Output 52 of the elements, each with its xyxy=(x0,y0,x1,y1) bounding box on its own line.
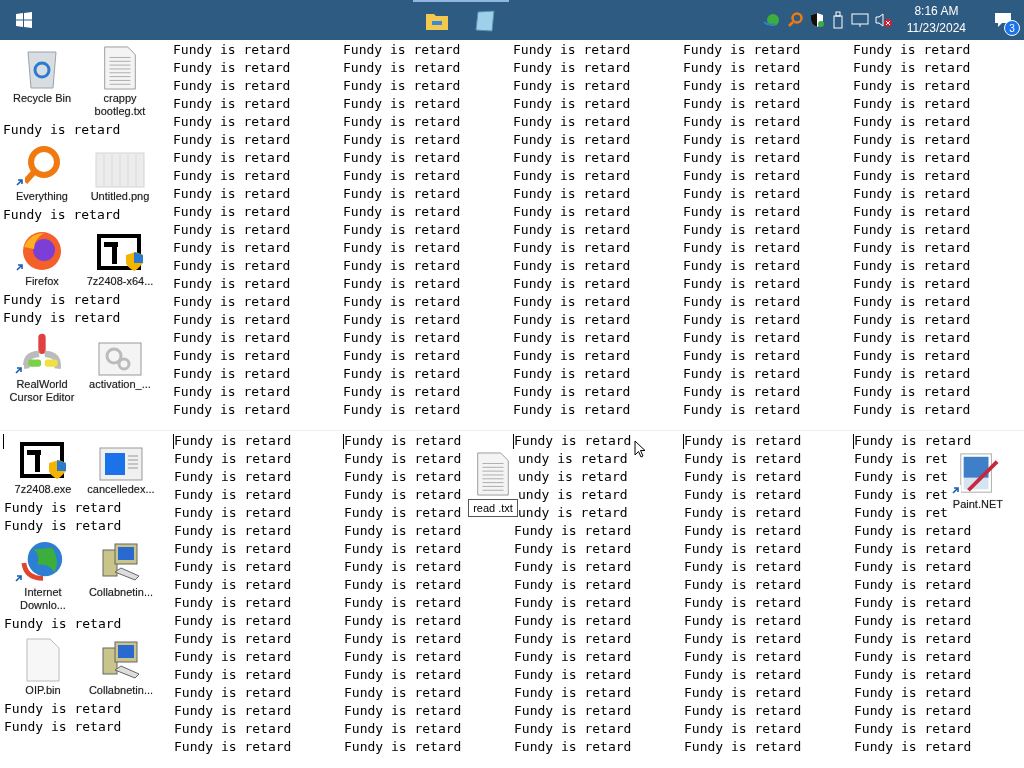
globe-tray-icon[interactable] xyxy=(762,12,781,28)
clock-date: 11/23/2024 xyxy=(906,20,966,37)
icon-label: Collabnetin... xyxy=(88,684,154,697)
muted-speaker-icon[interactable] xyxy=(874,12,893,28)
rename-field[interactable]: read .txt xyxy=(468,499,518,517)
wallpaper-text: Fundy is retard Fundy is retard Fundy is retard Fundy is retard Fundy is retard Fundy is retard Fundy is retard Fundy is retard Fundy is retard Fundy is retard Fundy is retard Fundy is retard Fundy is retard Fundy is retard Fundy is retard Fundy is retard Fundy is retard Fundy is retard Fundy is retard Fundy is retard Fundy is retard xyxy=(343,41,461,419)
clock[interactable]: 8:16 AM 11/23/2024 xyxy=(902,3,970,37)
mouse-pointer-icon xyxy=(634,440,646,458)
wallpaper-text: Fundy is retard Fundy is retard Fundy is retard Fundy is retard Fundy is retard Fundy is retard Fundy is retard Fundy is retard Fundy is retard Fundy is retard Fundy is retard Fundy is retard Fundy is retard Fundy is retard Fundy is retard Fundy is retard Fundy is retard Fundy is retard xyxy=(684,432,802,756)
icon-label: Recycle Bin xyxy=(12,92,72,105)
wallpaper-text: Fundy is ret Fundy is ret Fundy is ret Fundy is ret xyxy=(854,450,948,522)
wallpaper-text: undy is retard undy is retard undy is retard undy is retard xyxy=(518,450,628,522)
browser-icon xyxy=(20,229,64,273)
wallpaper-text: Fundy is retard Fundy is retard xyxy=(3,291,122,327)
wallpaper-text: Fundy is retard Fundy is retard Fundy is retard Fundy is retard Fundy is retard Fundy is retard Fundy is retard Fundy is retard Fundy is retard Fundy is retard Fundy is retard Fundy is retard Fundy is retard Fundy is retard Fundy is retard Fundy is retard Fundy is retard Fundy is retard xyxy=(174,432,292,756)
network-icon[interactable] xyxy=(850,12,869,28)
wallpaper-text: Fundy is retard Fundy is retard Fundy is retard Fundy is retard Fundy is retard Fundy is retard Fundy is retard Fundy is retard Fundy is retard Fundy is retard Fundy is retard Fundy is retard Fundy is retard Fundy is retard Fundy is retard Fundy is retard Fundy is retard Fundy is retard Fundy is retard Fundy is retard Fundy is retard xyxy=(173,41,291,419)
icon-label: Collabnetin... xyxy=(88,586,154,599)
magnifier-tray-icon[interactable] xyxy=(786,12,803,28)
wallpaper-text: Fundy is retard xyxy=(3,121,122,139)
usb-drive-icon[interactable] xyxy=(830,11,845,29)
icon-label: 7z2408.exe xyxy=(14,483,72,496)
icon-label: Paint.NET xyxy=(952,498,1003,511)
icon-label: Internet Downlo... xyxy=(19,586,67,612)
icon-label: 7z2408-x64... xyxy=(86,275,154,288)
wallpaper-text: Fundy is retard Fundy is retard Fundy is retard Fundy is retard Fundy is retard Fundy is retard Fundy is retard Fundy is retard Fundy is retard Fundy is retard Fundy is retard Fundy is retard Fundy is retard xyxy=(514,522,632,756)
notifications-button[interactable]: 3 xyxy=(988,0,1018,40)
icon-label: Firefox xyxy=(25,275,59,288)
wallpaper-text: Fundy is retard xyxy=(514,432,632,450)
wallpaper-text: Fundy is retard xyxy=(854,432,973,450)
notification-count-badge: 3 xyxy=(1004,20,1020,36)
icon-label: activation_... xyxy=(89,378,151,391)
notepad-icon xyxy=(474,10,496,32)
wallpaper-text: Fundy is retard Fundy is retard Fundy is retard Fundy is retard Fundy is retard Fundy is retard Fundy is retard Fundy is retard Fundy is retard Fundy is retard Fundy is retard Fundy is retard Fundy is retard Fundy is retard Fundy is retard Fundy is retard Fundy is retard Fundy is retard xyxy=(344,432,462,756)
wallpaper-text: Fundy is retard Fundy is retard xyxy=(4,499,123,535)
wallpaper-text: Fundy is retard xyxy=(3,206,122,224)
icon-label: Untitled.png xyxy=(90,190,150,203)
wallpaper-text: Fundy is retard Fundy is retard Fundy is retard Fundy is retard Fundy is retard Fundy is retard Fundy is retard Fundy is retard Fundy is retard Fundy is retard Fundy is retard Fundy is retard Fundy is retard Fundy is retard Fundy is retard Fundy is retard Fundy is retard Fundy is retard Fundy is retard Fundy is retard Fundy is retard xyxy=(513,41,631,419)
wallpaper-text: Fundy is retard Fundy is retard Fundy is retard Fundy is retard Fundy is retard Fundy is retard Fundy is retard Fundy is retard Fundy is retard Fundy is retard Fundy is retard Fundy is retard Fundy is retard Fundy is retard Fundy is retard Fundy is retard Fundy is retard Fundy is retard Fundy is retard Fundy is retard Fundy is retard xyxy=(853,41,971,419)
wallpaper-text: Fundy is retard Fundy is retard Fundy is retard Fundy is retard Fundy is retard Fundy is retard Fundy is retard Fundy is retard Fundy is retard Fundy is retard Fundy is retard Fundy is retard Fundy is retard xyxy=(854,522,973,756)
icon-label: Everything xyxy=(16,190,68,203)
icon-label: crappy bootleg.txt xyxy=(93,92,147,118)
icon-label: cancelledex... xyxy=(87,483,155,496)
wallpaper-text: Fundy is retard Fundy is retard Fundy is retard Fundy is retard Fundy is retard Fundy is retard Fundy is retard Fundy is retard Fundy is retard Fundy is retard Fundy is retard Fundy is retard Fundy is retard Fundy is retard Fundy is retard Fundy is retard Fundy is retard Fundy is retard Fundy is retard Fundy is retard Fundy is retard xyxy=(683,41,801,419)
clock-time: 8:16 AM xyxy=(914,3,959,20)
icon-label: RealWorld Cursor Editor xyxy=(8,378,76,404)
windows-logo-icon xyxy=(16,12,32,28)
wallpaper-text: Fundy is retard Fundy is retard xyxy=(4,700,123,736)
wallpaper-text: Fundy is retard xyxy=(4,615,123,633)
shield-icon[interactable] xyxy=(808,12,825,28)
icon-label: OIP.bin xyxy=(25,684,61,697)
folder-icon xyxy=(426,12,448,30)
